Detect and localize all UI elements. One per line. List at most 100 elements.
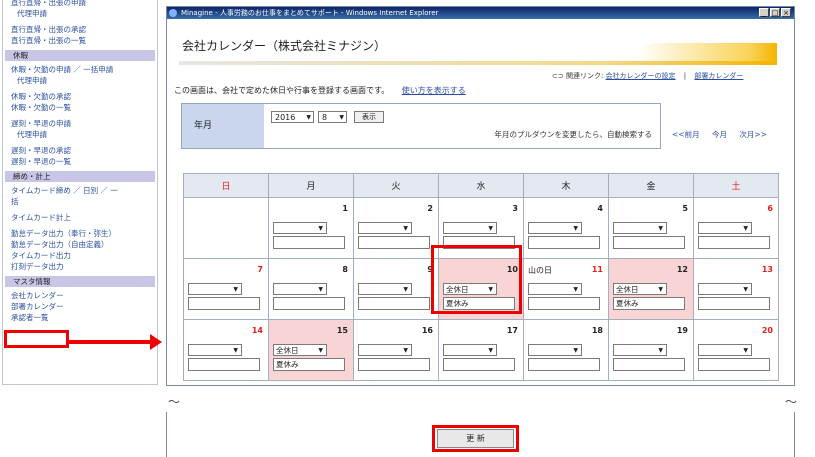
sidebar-item[interactable]: 承認者一覧 [3,312,157,323]
calendar-day-cell: 2 ▼ [353,197,439,259]
day-type-select[interactable]: ▼ [443,222,497,234]
sidebar-item[interactable]: 直行直帰・出張の申請 [3,0,157,8]
day-note-input[interactable] [613,358,685,371]
day-note-input[interactable] [273,236,345,249]
chevron-down-icon: ▼ [743,347,748,354]
cut-mark-left: 〜 [168,395,181,409]
day-note-input[interactable]: 夏休み [613,297,685,310]
day-type-select[interactable]: 全休日 ▼ [273,344,327,356]
day-note-input[interactable] [528,358,600,371]
day-number: 14 [251,326,263,335]
day-note-input[interactable] [528,297,600,310]
day-type-select[interactable]: ▼ [358,344,412,356]
calendar-header-row: 日月火水木金土 [183,173,779,198]
sidebar-item[interactable]: 打刻データ出力 [3,261,157,272]
day-type-select[interactable]: ▼ [273,222,327,234]
window-title: Minagine - 人事労務のお仕事をまとめてサポート - Windows I… [181,9,439,17]
maximize-button[interactable]: □ [770,8,780,17]
day-note-input[interactable] [443,236,515,249]
day-note-input[interactable] [613,236,685,249]
day-note-input[interactable] [188,358,260,371]
day-type-select[interactable]: ▼ [358,283,412,295]
chevron-down-icon: ▼ [573,286,578,293]
day-type-select[interactable]: ▼ [613,344,667,356]
day-type-select[interactable]: ▼ [698,344,752,356]
calendar-settings-link[interactable]: 会社カレンダーの設定 [606,72,676,80]
month-select[interactable]: 8 ▼ [318,111,347,123]
day-type-select[interactable]: ▼ [358,222,412,234]
title-underline [179,61,777,65]
sidebar-item[interactable]: 会社カレンダー [3,290,157,301]
close-button[interactable]: × [781,8,791,17]
calendar-day-cell: 5 ▼ [608,197,694,259]
next-month-link[interactable]: 次月>> [739,130,767,139]
day-type-select[interactable]: 全休日 ▼ [443,283,497,295]
day-note-input[interactable] [698,297,770,310]
day-note-input[interactable] [358,297,430,310]
related-prefix: 関連リンク: [565,72,604,80]
day-type-select[interactable]: ▼ [443,344,497,356]
chevron-down-icon: ▼ [658,225,663,232]
day-type-select[interactable]: ▼ [613,222,667,234]
day-note-input[interactable] [698,358,770,371]
show-button[interactable]: 表示 [354,111,384,123]
day-number: 9 [427,265,433,274]
sidebar-item[interactable]: 直行直帰・出張の一覧 [3,35,157,46]
sidebar-item[interactable]: 部署カレンダー [3,301,157,312]
sidebar-item[interactable]: 休暇・欠勤の一覧 [3,102,157,113]
minimize-button[interactable]: _ [759,8,769,17]
day-note-input[interactable] [188,297,260,310]
holiday-name: 山の日 [528,266,552,275]
day-note-input[interactable] [273,297,345,310]
day-number: 13 [761,265,773,274]
sidebar-item[interactable]: 代理申請 [3,129,157,140]
sidebar-item[interactable]: 遅刻・早退の申請 [3,118,157,129]
day-number: 10 [506,265,518,274]
day-type-select[interactable]: ▼ [528,344,582,356]
sidebar-item[interactable]: 遅刻・早退の承認 [3,145,157,156]
year-select[interactable]: 2016 ▼ [271,111,314,123]
day-number: 8 [342,265,348,274]
sidebar-group-master: 会社カレンダー 部署カレンダー 承認者一覧 [3,290,157,323]
day-type-select[interactable]: ▼ [188,344,242,356]
weekday-header: 木 [523,173,609,198]
sidebar-item[interactable]: 休暇・欠勤の申請 ／ 一括申請 [3,64,157,75]
sidebar-item[interactable]: タイムカード締め ／ 日別 ／ 一 [3,185,157,196]
chevron-down-icon: ▼ [743,225,748,232]
sidebar-item[interactable]: タイムカード計上 [3,212,157,223]
calendar-body: 1 ▼ 2 ▼ 3 ▼ 4 ▼ 5 ▼ 6 ▼ 7 ▼ 8 ▼ 9 ▼ 10 全休日 ▼ 夏休み 11 山の日 ▼ 12 全休日 ▼ 夏… [183,197,779,381]
day-note-input[interactable] [528,236,600,249]
sidebar-item[interactable]: 代理申請 [3,75,157,86]
day-type-select[interactable]: ▼ [188,283,242,295]
day-type-select[interactable]: ▼ [698,283,752,295]
sidebar-item[interactable]: 勤怠データ出力（自由定義） [3,239,157,250]
day-note-input[interactable]: 夏休み [443,297,515,310]
sidebar-item[interactable]: 代理申請 [3,8,157,19]
calendar-day-cell: 4 ▼ [523,197,609,259]
day-note-input[interactable] [698,236,770,249]
dept-calendar-link[interactable]: 部署カレンダー [694,72,743,80]
browser-window: Minagine - 人事労務のお仕事をまとめてサポート - Windows I… [166,6,795,386]
day-note-input[interactable] [443,358,515,371]
day-type-select[interactable]: ▼ [273,283,327,295]
day-type-select[interactable]: ▼ [528,283,582,295]
sidebar-item[interactable]: 勤怠データ出力（奉行・弥生） [3,228,157,239]
sidebar-item[interactable]: 休暇・欠勤の承認 [3,91,157,102]
day-type-select[interactable]: ▼ [698,222,752,234]
sidebar-item[interactable]: 括 [3,196,157,207]
day-type-select[interactable]: ▼ [528,222,582,234]
sidebar-item[interactable]: 遅刻・早退の一覧 [3,156,157,167]
day-type-select[interactable]: 全休日 ▼ [613,283,667,295]
day-note-input[interactable] [358,358,430,371]
this-month-link[interactable]: 今月 [712,130,727,139]
day-number: 12 [676,265,688,274]
sidebar-item[interactable]: 直行直帰・出張の承認 [3,24,157,35]
day-note-input[interactable]: 夏休み [273,358,345,371]
chevron-down-icon: ▼ [318,286,323,293]
day-number: 19 [676,326,688,335]
calendar-day-cell: 19 ▼ [608,319,694,381]
day-note-input[interactable] [358,236,430,249]
howto-link[interactable]: 使い方を表示する [402,86,466,95]
prev-month-link[interactable]: <<前月 [672,130,700,139]
sidebar-item[interactable]: タイムカード出力 [3,250,157,261]
